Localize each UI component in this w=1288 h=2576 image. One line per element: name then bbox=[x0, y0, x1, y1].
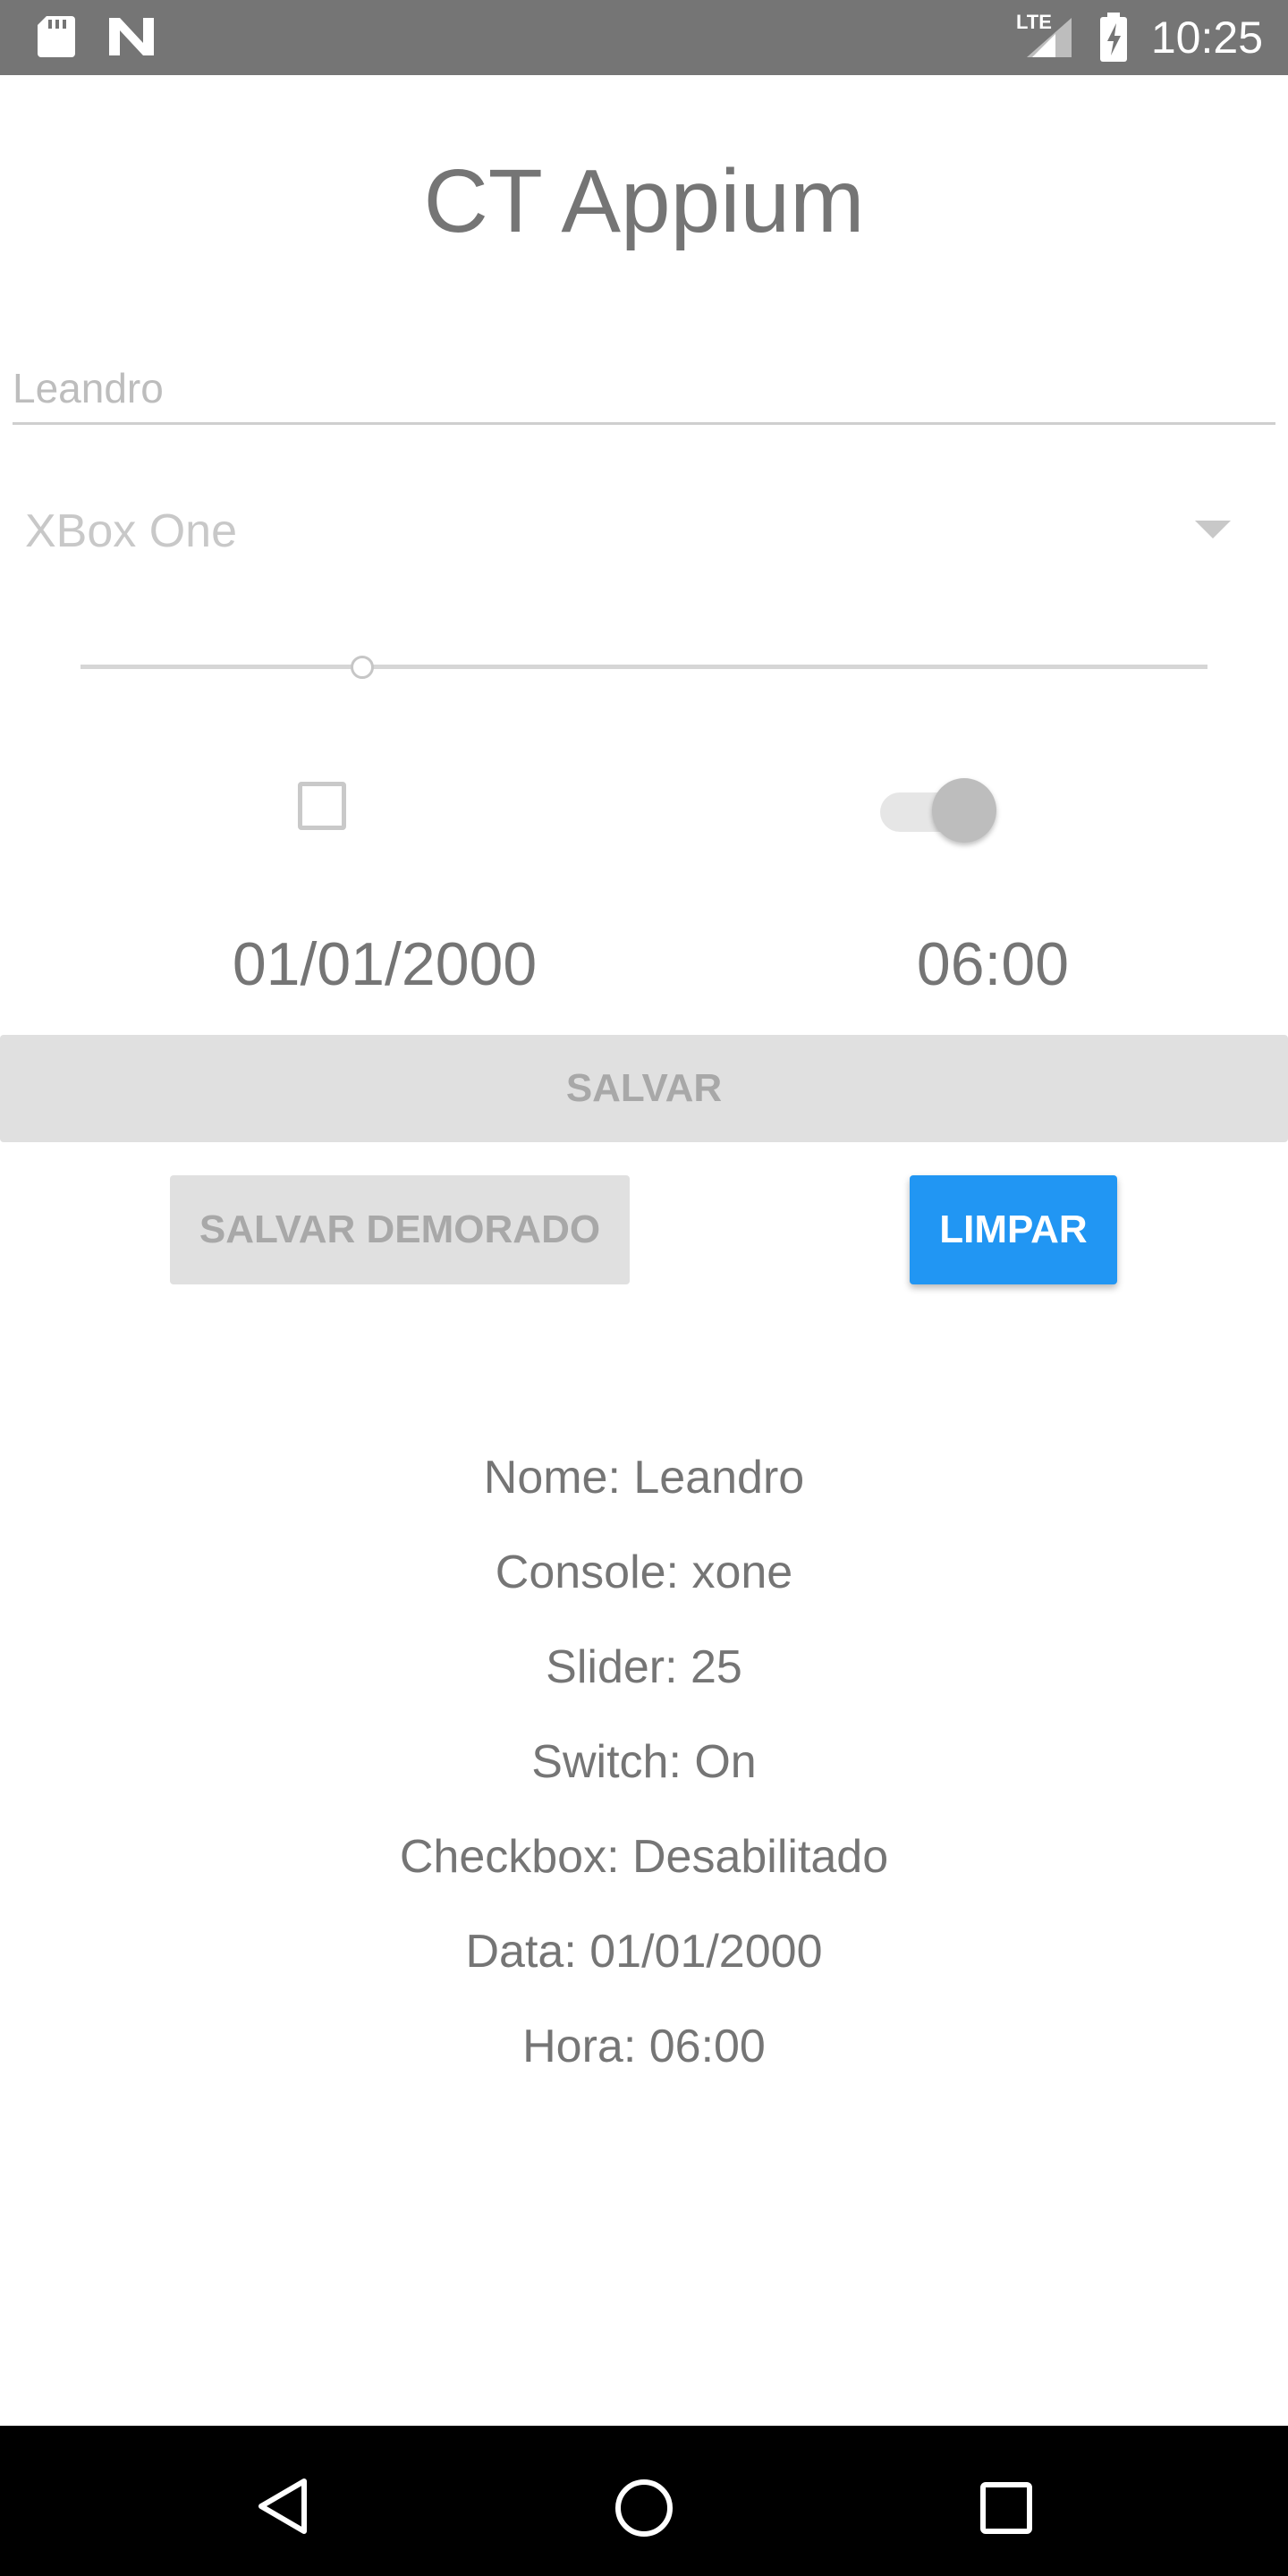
checkbox[interactable] bbox=[298, 782, 346, 830]
seekbar-slider[interactable] bbox=[80, 640, 1208, 693]
name-input[interactable] bbox=[13, 353, 1275, 425]
back-icon[interactable] bbox=[254, 2476, 309, 2537]
result-slider: Slider: 25 bbox=[546, 1641, 742, 1693]
status-time: 10:25 bbox=[1150, 13, 1263, 63]
status-bar: LTE 10:25 bbox=[0, 0, 1288, 75]
app-title: CT Appium bbox=[423, 151, 865, 251]
result-console: Console: xone bbox=[495, 1546, 793, 1598]
sd-card-icon bbox=[38, 16, 75, 57]
console-selected-value: XBox One bbox=[25, 505, 238, 557]
result-time: Hora: 06:00 bbox=[522, 2021, 766, 2072]
battery-charging-icon bbox=[1100, 13, 1127, 62]
save-button[interactable]: SALVAR bbox=[0, 1035, 1288, 1142]
time-display[interactable]: 06:00 bbox=[850, 928, 1136, 1000]
result-checkbox: Checkbox: Desabilitado bbox=[399, 1831, 889, 1883]
lte-signal-icon bbox=[1027, 18, 1072, 57]
result-date: Data: 01/01/2000 bbox=[465, 1926, 823, 1978]
slider-thumb[interactable] bbox=[351, 656, 374, 679]
result-name: Nome: Leandro bbox=[483, 1452, 805, 1504]
slider-track bbox=[80, 665, 1208, 669]
navigation-bar bbox=[0, 2426, 1288, 2576]
home-icon[interactable] bbox=[614, 2478, 674, 2538]
notification-n-icon bbox=[109, 18, 154, 55]
switch-toggle[interactable] bbox=[878, 775, 1004, 846]
dropdown-arrow-icon bbox=[1195, 521, 1231, 538]
clear-button[interactable]: LIMPAR bbox=[910, 1175, 1117, 1284]
results-panel: Nome: Leandro Console: xone Slider: 25 S… bbox=[0, 1440, 1288, 2104]
switch-thumb bbox=[932, 778, 996, 843]
console-spinner[interactable]: XBox One bbox=[0, 483, 1288, 581]
date-display[interactable]: 01/01/2000 bbox=[161, 928, 608, 1000]
recents-icon[interactable] bbox=[979, 2481, 1033, 2535]
save-delayed-button[interactable]: SALVAR DEMORADO bbox=[170, 1175, 630, 1284]
result-switch: Switch: On bbox=[531, 1736, 757, 1788]
